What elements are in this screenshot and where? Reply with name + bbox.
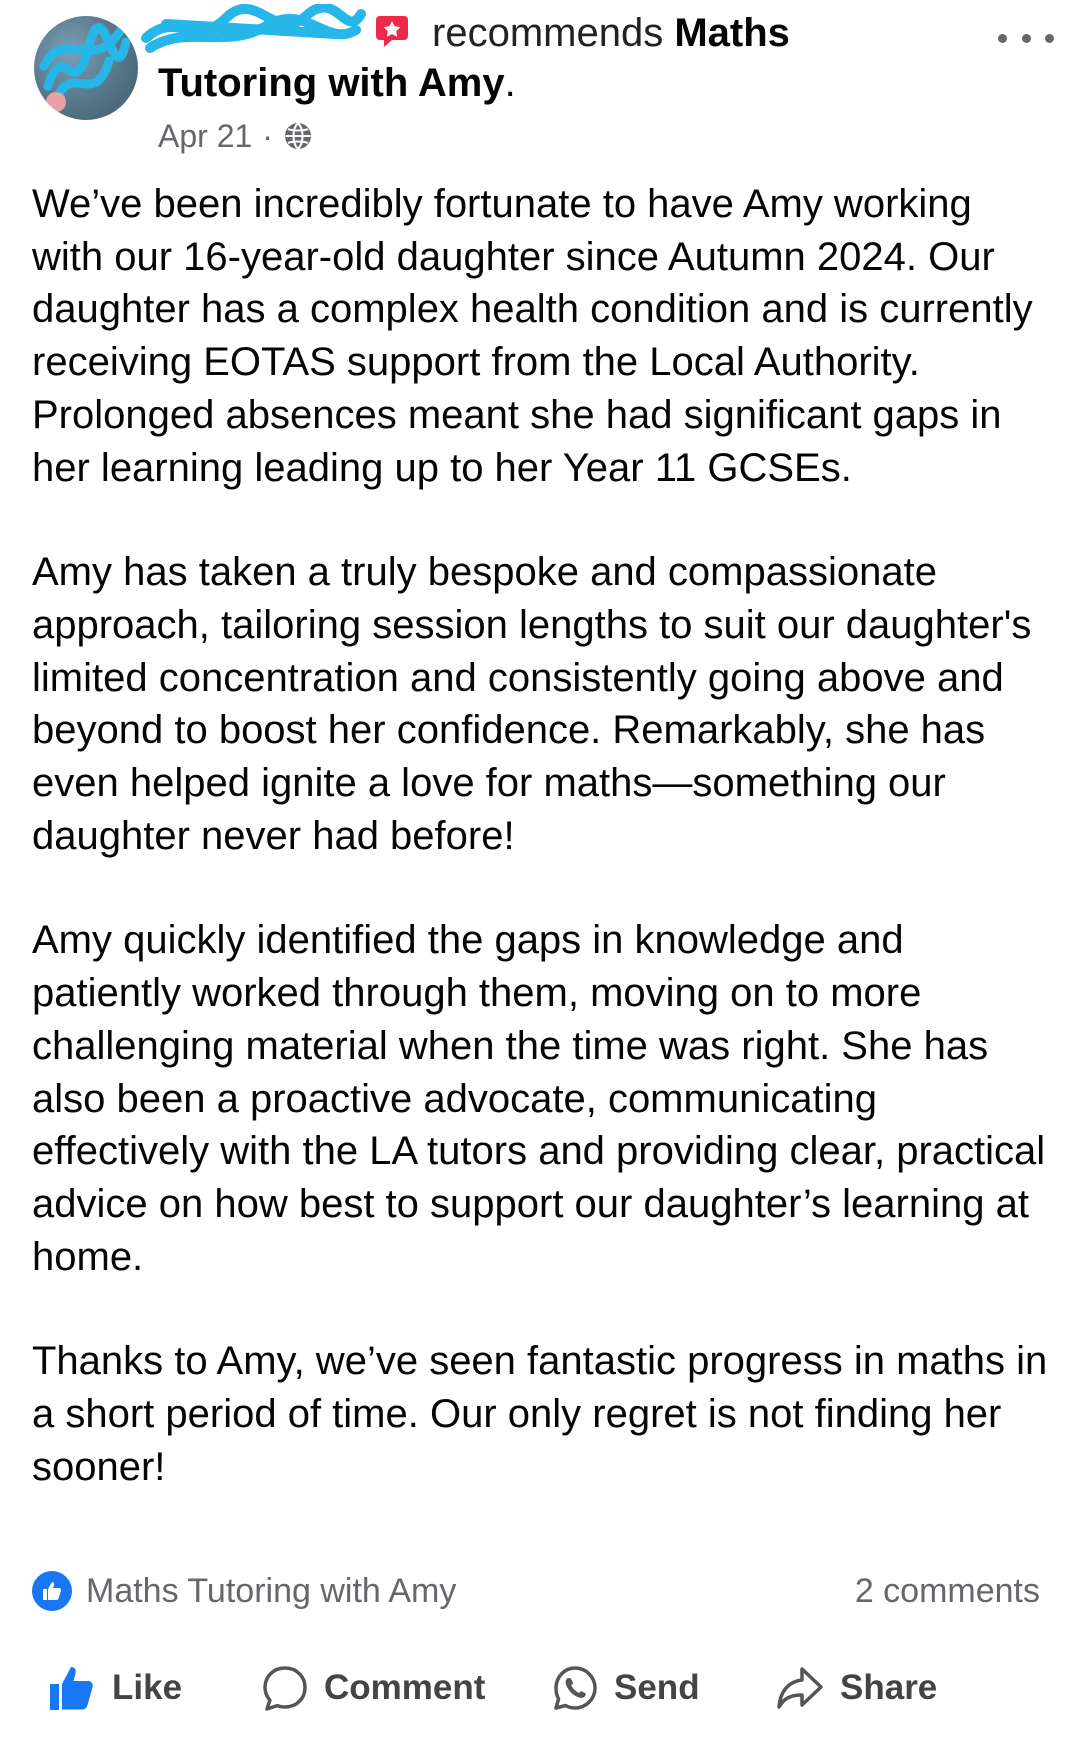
share-button[interactable]: Share: [776, 1650, 937, 1726]
paragraph: We’ve been incredibly fortunate to have …: [32, 182, 1033, 490]
share-label: Share: [840, 1668, 938, 1707]
whatsapp-icon: [554, 1666, 597, 1710]
thumbs-up-icon: [50, 1667, 93, 1710]
globe-icon: [284, 122, 311, 150]
comment-icon: [263, 1666, 307, 1711]
send-label: Send: [614, 1668, 700, 1707]
reactions-summary[interactable]: Maths Tutoring with Amy: [32, 1566, 456, 1616]
more-options-icon[interactable]: [998, 20, 1054, 56]
like-label: Like: [112, 1668, 183, 1707]
share-arrow-icon: [777, 1667, 823, 1709]
send-button[interactable]: Send: [552, 1650, 700, 1726]
redaction-scribble: [141, 4, 366, 53]
page-link[interactable]: Maths: [674, 11, 790, 55]
post-header: recommends Maths Tutoring with Amy. Apr …: [0, 0, 1080, 170]
comments-count[interactable]: 2 comments: [855, 1566, 1040, 1616]
author-avatar[interactable]: [34, 16, 138, 120]
post-title: recommends Maths: [432, 8, 790, 58]
title-suffix: .: [504, 61, 516, 105]
comment-label: Comment: [324, 1668, 486, 1707]
like-button[interactable]: Like: [48, 1650, 182, 1726]
meta-separator: ·: [262, 117, 273, 154]
action-text: recommends: [432, 11, 664, 55]
action-bar: Like Comment Send Share: [0, 1650, 1080, 1726]
comment-button[interactable]: Comment: [262, 1650, 485, 1726]
reactor-name: Maths Tutoring with Amy: [86, 1571, 457, 1610]
like-reaction-icon: [32, 1571, 72, 1611]
page-link-continued[interactable]: Tutoring with Amy: [158, 61, 505, 105]
paragraph: Amy has taken a truly bespoke and compas…: [32, 550, 1032, 858]
post-date[interactable]: Apr 21: [158, 118, 252, 155]
recommendation-icon: [376, 16, 408, 47]
post-text: We’ve been incredibly fortunate to have …: [32, 178, 1052, 1493]
paragraph: Thanks to Amy, we’ve seen fantastic prog…: [32, 1339, 1048, 1489]
paragraph: Amy quickly identified the gaps in knowl…: [32, 918, 1046, 1279]
post-meta: Apr 21 ·: [158, 116, 313, 156]
post-title-continued: Tutoring with Amy.: [158, 58, 516, 108]
